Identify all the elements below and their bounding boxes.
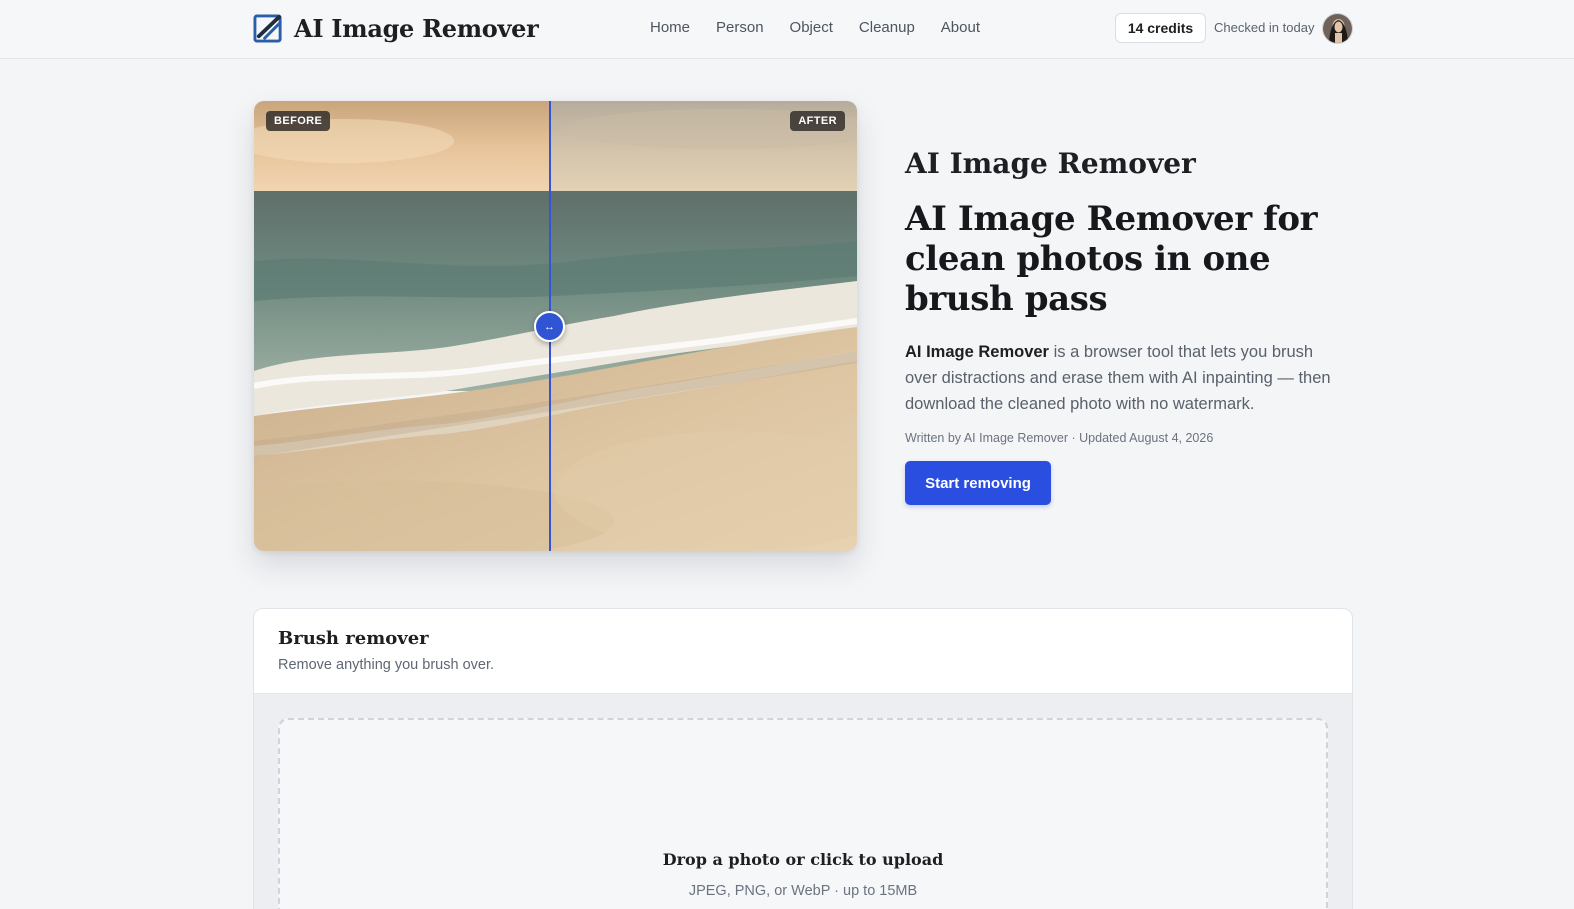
slider-handle-icon[interactable]: ↔ xyxy=(534,311,565,342)
top-navigation-bar: AI Image Remover Home Person Object Clea… xyxy=(0,0,1574,59)
logo-icon xyxy=(253,13,282,43)
upload-dropzone[interactable]: Drop a photo or click to upload JPEG, PN… xyxy=(278,718,1328,909)
nav-link-cleanup[interactable]: Cleanup xyxy=(859,18,915,38)
description-strong: AI Image Remover xyxy=(905,343,1049,361)
dropzone-hint: JPEG, PNG, or WebP · up to 15MB xyxy=(688,883,918,899)
checkin-status: Checked in today xyxy=(1214,20,1315,35)
page-title: AI Image Remover for clean photos in one… xyxy=(905,199,1318,319)
start-removing-button[interactable]: Start removing xyxy=(905,461,1051,505)
hero-content: AI Image Remover AI Image Remover for cl… xyxy=(905,146,1345,505)
card-header: Brush remover Remove anything you brush … xyxy=(254,609,1352,694)
main-nav: Home Person Object Cleanup About xyxy=(650,18,1006,38)
hero-eyebrow: AI Image Remover xyxy=(905,147,1196,180)
credits-badge[interactable]: 14 credits xyxy=(1115,13,1206,43)
before-label: BEFORE xyxy=(266,111,331,131)
nav-link-object[interactable]: Object xyxy=(790,18,833,38)
hero-description: AI Image Remover is a browser tool that … xyxy=(905,339,1345,417)
card-title: Brush remover xyxy=(278,628,429,649)
brand-link[interactable]: AI Image Remover xyxy=(253,12,539,44)
dropzone-title: Drop a photo or click to upload xyxy=(662,850,944,869)
before-after-comparison[interactable]: BEFORE AFTER ↔ xyxy=(254,101,857,551)
after-label: AFTER xyxy=(790,111,845,131)
byline: Written by AI Image Remover · Updated Au… xyxy=(905,431,1214,445)
nav-link-about[interactable]: About xyxy=(941,18,980,38)
card-body: Drop a photo or click to upload JPEG, PN… xyxy=(254,694,1352,909)
avatar-image xyxy=(1323,14,1352,43)
nav-link-home[interactable]: Home xyxy=(650,18,690,38)
brand-name: AI Image Remover xyxy=(294,13,539,43)
user-avatar[interactable] xyxy=(1322,13,1353,44)
card-subtitle: Remove anything you brush over. xyxy=(278,657,495,673)
nav-link-person[interactable]: Person xyxy=(716,18,764,38)
brush-remover-card: Brush remover Remove anything you brush … xyxy=(253,608,1353,909)
